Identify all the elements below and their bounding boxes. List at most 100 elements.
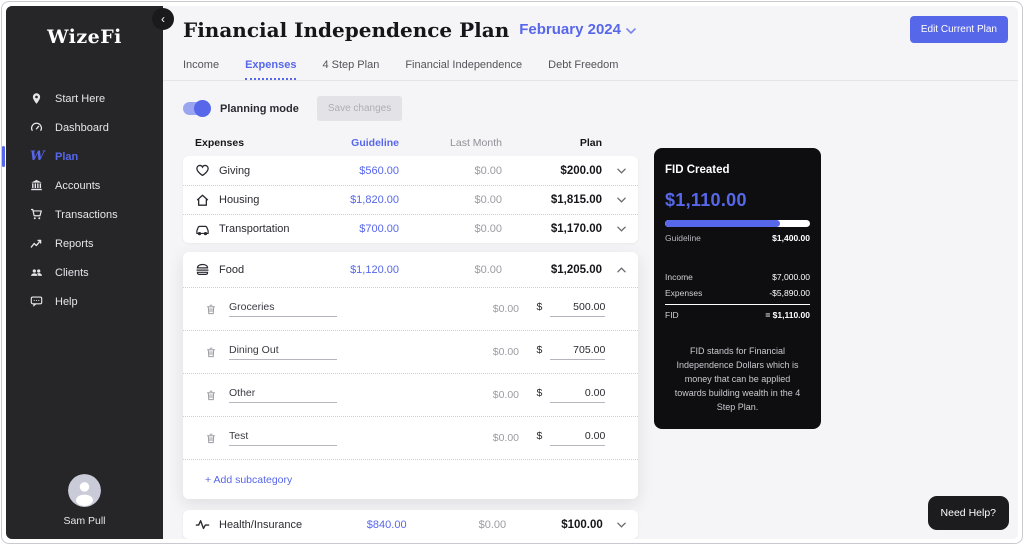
guideline-value: $700.00 xyxy=(291,223,399,235)
chevron-down-icon[interactable] xyxy=(617,194,626,206)
chevron-up-icon[interactable] xyxy=(617,264,626,276)
sidebar-item-plan[interactable]: W Plan xyxy=(6,142,163,171)
add-subcategory-row: + Add subcategory xyxy=(183,459,638,499)
plan-value: $1,815.00 xyxy=(502,194,602,206)
sidebar-item-label: Plan xyxy=(55,151,78,163)
period-selector[interactable]: February 2024 xyxy=(519,21,621,38)
plan-amount-input[interactable]: 0.00 xyxy=(550,387,605,403)
toolbar: Planning mode Save changes xyxy=(183,96,1018,121)
subcategory-name-input[interactable]: Other xyxy=(229,387,337,403)
fid-progress-bar xyxy=(665,220,810,227)
category-row-health-insurance: Health/Insurance $840.00 $0.00 $100.00 xyxy=(183,510,638,539)
tab-financial-independence[interactable]: Financial Independence xyxy=(405,59,522,80)
subcategory-name-input[interactable]: Groceries xyxy=(229,301,337,317)
sidebar-item-clients[interactable]: Clients xyxy=(6,258,163,287)
tab-debt-freedom[interactable]: Debt Freedom xyxy=(548,59,618,80)
plan-amount-input[interactable]: 0.00 xyxy=(550,430,605,446)
profile-name: Sam Pull xyxy=(6,515,163,527)
chevron-down-icon[interactable] xyxy=(617,223,626,235)
person-icon xyxy=(68,474,101,507)
column-header-plan: Plan xyxy=(502,137,602,149)
bank-icon xyxy=(30,179,43,192)
plan-value: $100.00 xyxy=(506,519,603,531)
plan-value: $200.00 xyxy=(502,165,602,177)
column-header-expenses: Expenses xyxy=(195,137,291,149)
tab-income[interactable]: Income xyxy=(183,59,219,80)
last-month-value: $0.00 xyxy=(399,165,502,177)
category-card-bottom: Health/Insurance $840.00 $0.00 $100.00 xyxy=(183,510,638,539)
toggle-knob xyxy=(194,100,211,117)
sidebar-item-help[interactable]: Help xyxy=(6,287,163,316)
need-help-button[interactable]: Need Help? xyxy=(928,496,1009,530)
subcategory-row-other: Other $0.00 $ 0.00 xyxy=(183,373,638,416)
sidebar-item-label: Transactions xyxy=(55,209,118,221)
planning-mode-label: Planning mode xyxy=(220,103,299,115)
fid-column: FID Created $1,110.00 Guideline $1,400.0… xyxy=(654,148,821,539)
plan-amount-input[interactable]: 500.00 xyxy=(550,301,605,317)
fid-guideline-value: $1,400.00 xyxy=(772,233,810,243)
chevron-down-icon[interactable] xyxy=(617,519,626,531)
sidebar-item-dashboard[interactable]: Dashboard xyxy=(6,113,163,142)
fid-panel: FID Created $1,110.00 Guideline $1,400.0… xyxy=(654,148,821,429)
wizefi-w-icon: W xyxy=(30,149,43,164)
subcategory-name-input[interactable]: Test xyxy=(229,430,337,446)
planning-mode-toggle[interactable] xyxy=(183,102,210,115)
sidebar-nav: Start Here Dashboard W Plan Accounts Tra… xyxy=(6,84,163,316)
chevron-down-icon[interactable] xyxy=(626,21,636,39)
content-row: Expenses Guideline Last Month Plan Givin… xyxy=(183,137,1018,539)
user-profile[interactable]: Sam Pull xyxy=(6,474,163,527)
category-card-top: Giving $560.00 $0.00 $200.00 Housing $1,… xyxy=(183,156,638,243)
guideline-value: $1,820.00 xyxy=(291,194,399,206)
sidebar-item-label: Reports xyxy=(55,238,94,250)
last-month-value: $0.00 xyxy=(399,223,502,235)
pulse-icon xyxy=(195,517,210,532)
category-name: Health/Insurance xyxy=(219,519,302,531)
plan-value: $1,205.00 xyxy=(502,264,602,276)
fid-income-label: Income xyxy=(665,272,693,282)
trash-icon[interactable] xyxy=(205,303,217,316)
edit-current-plan-button[interactable]: Edit Current Plan xyxy=(910,16,1008,43)
sidebar-item-transactions[interactable]: Transactions xyxy=(6,200,163,229)
last-month-value: $0.00 xyxy=(399,194,502,206)
trash-icon[interactable] xyxy=(205,432,217,445)
add-subcategory-button[interactable]: + Add subcategory xyxy=(205,474,292,486)
category-name: Transportation xyxy=(219,223,290,235)
page-title: Financial Independence Plan xyxy=(183,18,509,42)
category-name: Food xyxy=(219,264,244,276)
car-icon xyxy=(195,222,210,237)
guideline-value: $560.00 xyxy=(291,165,399,177)
column-header-guideline[interactable]: Guideline xyxy=(291,137,399,149)
currency-symbol: $ xyxy=(536,387,542,399)
heart-icon xyxy=(195,163,210,178)
tab-bar: Income Expenses 4 Step Plan Financial In… xyxy=(183,59,1018,80)
last-month-value: $0.00 xyxy=(430,303,519,315)
fid-panel-title: FID Created xyxy=(665,164,810,176)
sidebar-item-accounts[interactable]: Accounts xyxy=(6,171,163,200)
sidebar-item-start-here[interactable]: Start Here xyxy=(6,84,163,113)
trash-icon[interactable] xyxy=(205,389,217,402)
sidebar-item-reports[interactable]: Reports xyxy=(6,229,163,258)
subcategory-row-test: Test $0.00 $ 0.00 xyxy=(183,416,638,459)
subcategory-name-input[interactable]: Dining Out xyxy=(229,344,337,360)
trash-icon[interactable] xyxy=(205,346,217,359)
plan-amount-input[interactable]: 705.00 xyxy=(550,344,605,360)
fid-progress-fill xyxy=(665,220,780,227)
tab-4-step-plan[interactable]: 4 Step Plan xyxy=(322,59,379,80)
expenses-table: Expenses Guideline Last Month Plan Givin… xyxy=(183,137,638,539)
tab-expenses[interactable]: Expenses xyxy=(245,59,296,80)
category-card-food: Food $1,120.00 $0.00 $1,205.00 Groceries xyxy=(183,252,638,499)
sidebar-item-label: Clients xyxy=(55,267,89,279)
last-month-value: $0.00 xyxy=(430,432,519,444)
save-changes-button[interactable]: Save changes xyxy=(317,96,402,121)
sidebar-item-label: Help xyxy=(55,296,78,308)
fid-guideline-row: Guideline $1,400.00 xyxy=(665,233,810,243)
chevron-down-icon[interactable] xyxy=(617,165,626,177)
sidebar-collapse-button[interactable]: ‹ xyxy=(152,8,174,30)
plan-value: $1,170.00 xyxy=(502,223,602,235)
column-header-last-month: Last Month xyxy=(399,137,502,149)
subcategory-row-dining-out: Dining Out $0.00 $ 705.00 xyxy=(183,330,638,373)
subcategory-row-groceries: Groceries $0.00 $ 500.00 xyxy=(183,287,638,330)
line-chart-icon xyxy=(30,237,43,250)
fid-summary: Income $7,000.00 Expenses -$5,890.00 FID… xyxy=(665,269,810,323)
category-row-giving: Giving $560.00 $0.00 $200.00 xyxy=(183,156,638,185)
